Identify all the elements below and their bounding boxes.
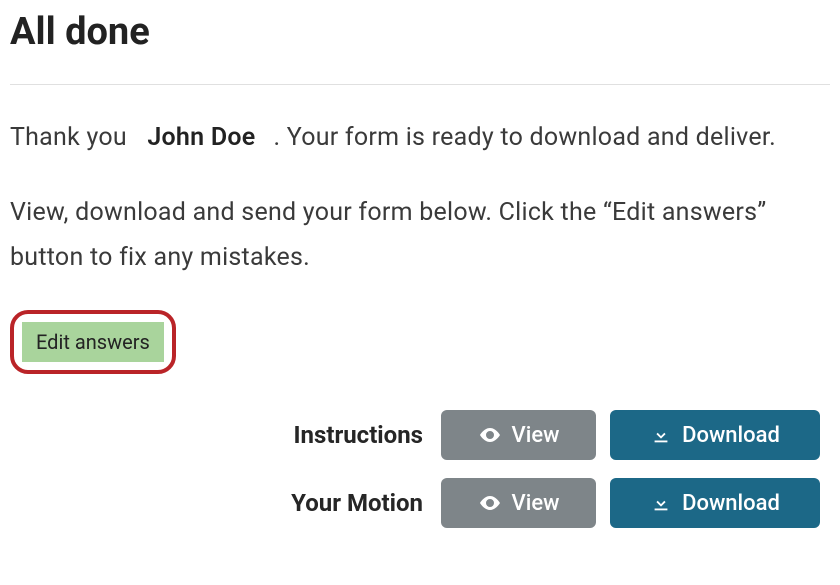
thank-you-prefix: Thank you (10, 123, 127, 152)
row-label-your-motion: Your Motion (291, 489, 423, 517)
view-button-label: View (512, 491, 560, 516)
download-icon (650, 492, 672, 514)
thank-you-text: Thank you John Doe. Your form is ready t… (10, 115, 830, 160)
download-button-your-motion[interactable]: Download (610, 478, 820, 528)
edit-answers-button[interactable]: Edit answers (22, 322, 164, 362)
download-button-label: Download (682, 423, 780, 448)
user-name: John Doe (133, 123, 273, 152)
download-button-instructions[interactable]: Download (610, 410, 820, 460)
view-button-label: View (512, 423, 560, 448)
document-rows: Instructions View Download Your Motion (10, 410, 830, 528)
view-button-instructions[interactable]: View (441, 410, 596, 460)
eye-icon (478, 423, 502, 447)
view-button-your-motion[interactable]: View (441, 478, 596, 528)
eye-icon (478, 491, 502, 515)
row-your-motion: Your Motion View Download (10, 478, 820, 528)
row-instructions: Instructions View Download (10, 410, 820, 460)
thank-you-suffix: . Your form is ready to download and del… (273, 123, 776, 152)
download-icon (650, 424, 672, 446)
download-button-label: Download (682, 491, 780, 516)
edit-answers-highlight: Edit answers (10, 310, 176, 374)
row-label-instructions: Instructions (294, 421, 423, 449)
page-title: All done (10, 10, 830, 85)
instructions-paragraph: View, download and send your form below.… (10, 190, 830, 280)
